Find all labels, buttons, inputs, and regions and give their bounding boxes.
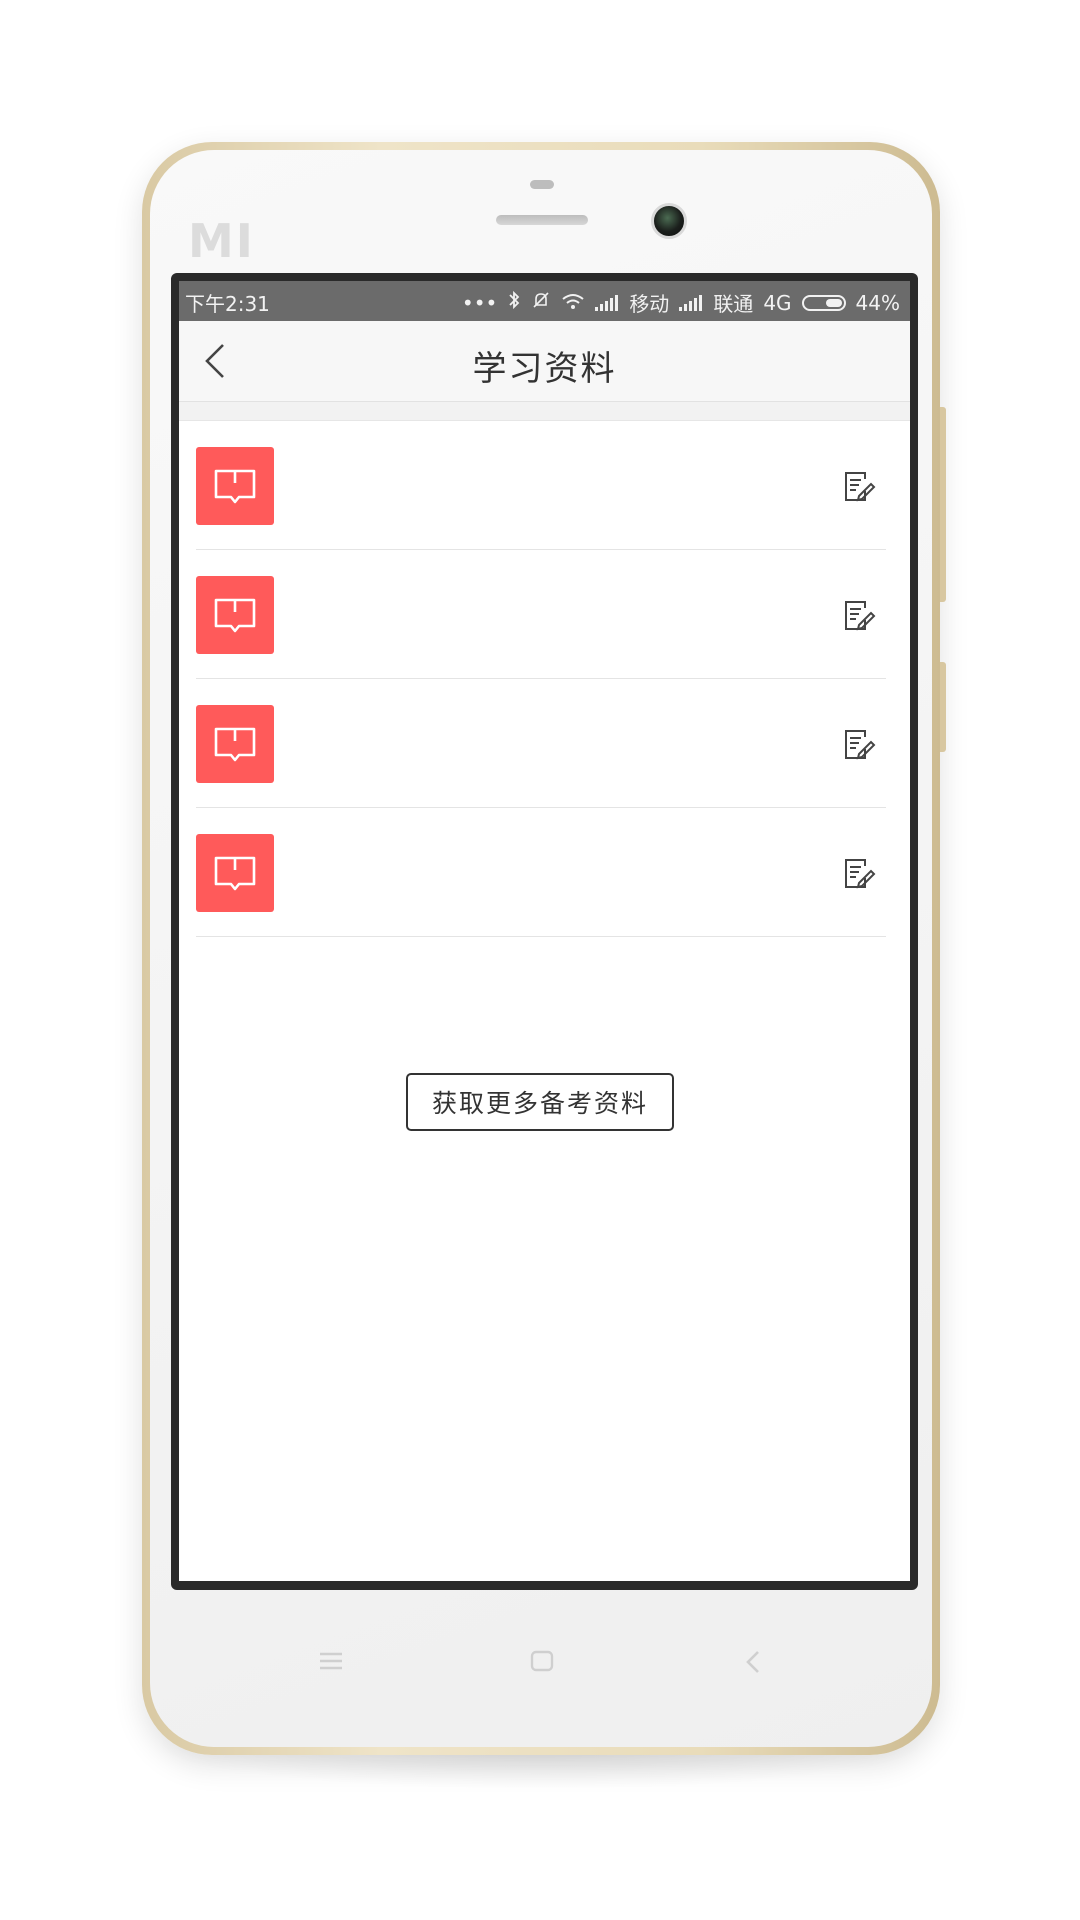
volume-button [940,407,946,602]
get-more-materials-button[interactable]: 获取更多备考资料 [406,1073,674,1131]
power-button [940,662,946,752]
mute-bell-icon [531,290,551,315]
material-list [196,421,886,937]
edit-note-icon[interactable] [842,469,876,503]
list-item[interactable] [196,808,886,937]
home-key-icon[interactable] [530,1650,554,1676]
front-camera [651,203,687,239]
signal-1-icon [595,294,619,311]
section-divider [179,402,910,421]
book-icon [196,834,274,912]
bluetooth-icon [507,290,521,315]
page-title: 学习资料 [472,349,617,389]
book-icon [196,576,274,654]
top-nav-bar: 学习资料 [179,321,910,402]
signal-2-icon [679,294,703,311]
book-icon [196,705,274,783]
proximity-sensor [530,180,554,189]
list-item[interactable] [196,421,886,550]
menu-key-icon[interactable] [318,1650,344,1676]
more-dots-icon: ••• [461,290,498,315]
status-time: 下午2:31 [185,292,270,316]
list-item[interactable] [196,550,886,679]
status-icons: ••• 移动 联通 4G 44% [462,288,900,317]
app-screen: 下午2:31 ••• 移动 联通 4G 44% 学习资料 获取更多备考资料 [179,281,910,1581]
network-type: 4G [763,290,792,315]
battery-level: 44% [855,290,900,315]
wifi-icon [561,291,585,315]
list-item[interactable] [196,679,886,808]
edit-note-icon[interactable] [842,856,876,890]
edit-note-icon[interactable] [842,598,876,632]
edit-note-icon[interactable] [842,727,876,761]
status-bar: 下午2:31 ••• 移动 联通 4G 44% [179,281,910,321]
battery-icon [801,294,846,311]
brand-logo: MI [188,214,255,268]
earpiece-speaker [496,215,588,225]
carrier-2: 联通 [713,292,754,316]
carrier-1: 移动 [629,292,670,316]
back-key-icon[interactable] [744,1650,762,1678]
book-icon [196,447,274,525]
